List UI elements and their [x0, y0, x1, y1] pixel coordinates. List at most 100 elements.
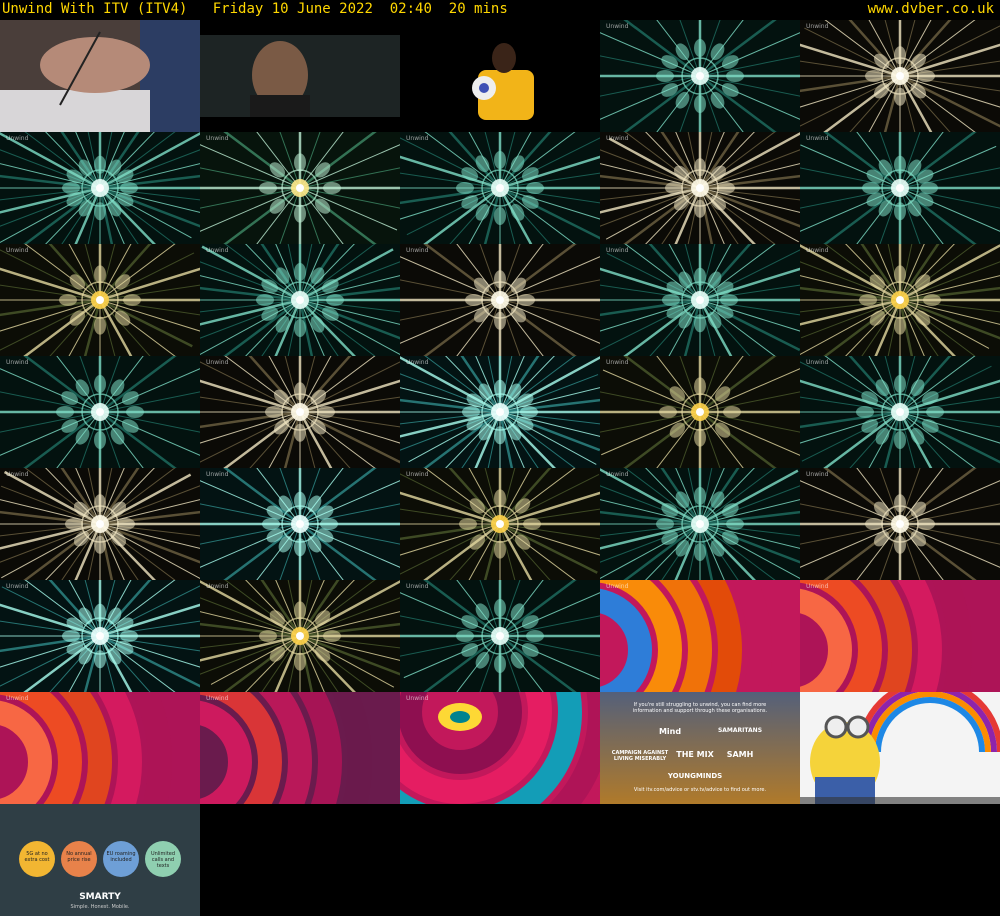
unwind-watermark: Unwind [806, 247, 829, 254]
unwind-watermark: Unwind [206, 247, 229, 254]
thumbnail-2[interactable] [200, 20, 400, 132]
thumbnail-image [0, 692, 200, 804]
thumbnail-24[interactable]: Unwind [600, 468, 800, 580]
thumbnail-3[interactable] [400, 20, 600, 132]
thumbnail-9[interactable]: Unwind [600, 132, 800, 244]
unwind-watermark: Unwind [6, 583, 29, 590]
thumbnail-image [400, 580, 600, 692]
unwind-watermark: Unwind [806, 583, 829, 590]
smarty-tagline: Simple. Honest. Mobile. [70, 904, 130, 910]
thumbnail-image [0, 468, 200, 580]
thumbnail-image [600, 356, 800, 468]
thumbnail-17[interactable]: Unwind [200, 356, 400, 468]
thumbnail-32[interactable]: Unwind [200, 692, 400, 804]
thumbnail-28[interactable]: Unwind [400, 580, 600, 692]
header-bar: Unwind With ITV (ITV4) Friday 10 June 20… [0, 0, 1000, 20]
thumbnail-29[interactable]: Unwind [600, 580, 800, 692]
thumbnail-7[interactable]: Unwind [200, 132, 400, 244]
thumbnail-image [800, 580, 1000, 692]
thumbnail-13[interactable]: Unwind [400, 244, 600, 356]
thumbnail-image [400, 468, 600, 580]
thumbnail-34[interactable]: If you're still struggling to unwind, yo… [600, 692, 800, 804]
unwind-watermark: Unwind [6, 247, 29, 254]
thumbnail-35[interactable] [800, 692, 1000, 804]
unwind-watermark: Unwind [206, 359, 229, 366]
thumbnail-15[interactable]: Unwind [800, 244, 1000, 356]
thumbnail-image [800, 20, 1000, 132]
unwind-watermark: Unwind [606, 23, 629, 30]
smarty-bubble-3: Unlimited calls and texts [150, 851, 176, 869]
thumbnail-image [0, 580, 200, 692]
thumbnail-image [600, 468, 800, 580]
thumbnail-image [200, 692, 400, 804]
thumbnail-image [200, 132, 400, 244]
thumbnail-31[interactable]: Unwind [0, 692, 200, 804]
unwind-watermark: Unwind [606, 583, 629, 590]
thumbnail-12[interactable]: Unwind [200, 244, 400, 356]
thumbnail-image [200, 20, 400, 132]
unwind-watermark: Unwind [606, 359, 629, 366]
thumbnail-image [0, 356, 200, 468]
thumbnail-image [800, 468, 1000, 580]
unwind-watermark: Unwind [806, 23, 829, 30]
thumbnail-19[interactable]: Unwind [600, 356, 800, 468]
thumbnail-10[interactable]: Unwind [800, 132, 1000, 244]
thumbnail-25[interactable]: Unwind [800, 468, 1000, 580]
thumbnail-image [400, 20, 600, 132]
thumbnail-26[interactable]: Unwind [0, 580, 200, 692]
thumbnail-image [0, 244, 200, 356]
thumbnail-20[interactable]: Unwind [800, 356, 1000, 468]
unwind-watermark: Unwind [206, 695, 229, 702]
thumbnail-21[interactable]: Unwind [0, 468, 200, 580]
unwind-watermark: Unwind [206, 471, 229, 478]
thumbnail-23[interactable]: Unwind [400, 468, 600, 580]
thumbnail-image [400, 692, 600, 804]
thumbnail-27[interactable]: Unwind [200, 580, 400, 692]
thumbnail-image [0, 132, 200, 244]
thumbnail-8[interactable]: Unwind [400, 132, 600, 244]
unwind-watermark: Unwind [6, 695, 29, 702]
unwind-watermark: Unwind [6, 471, 29, 478]
unwind-watermark: Unwind [606, 135, 629, 142]
unwind-watermark: Unwind [406, 695, 429, 702]
unwind-watermark: Unwind [406, 471, 429, 478]
thumbnail-4[interactable]: Unwind [600, 20, 800, 132]
unwind-watermark: Unwind [206, 583, 229, 590]
smarty-bubble-2: EU roaming included [106, 851, 136, 863]
charity-org-2: CAMPAIGN AGAINST LIVING MISERABLY [611, 750, 669, 762]
thumbnail-11[interactable]: Unwind [0, 244, 200, 356]
thumbnail-14[interactable]: Unwind [600, 244, 800, 356]
smarty-bubble-0: 5G at no extra cost [24, 851, 50, 863]
site-link[interactable]: www.dvber.co.uk [868, 0, 994, 19]
thumbnail-33[interactable]: Unwind [400, 692, 600, 804]
unwind-watermark: Unwind [6, 359, 29, 366]
thumbnail-22[interactable]: Unwind [200, 468, 400, 580]
thumbnail-image [800, 356, 1000, 468]
thumbnail-1[interactable] [0, 20, 200, 132]
charity-org-1: SAMARITANS [717, 727, 763, 734]
unwind-watermark: Unwind [406, 247, 429, 254]
thumbnail-image [800, 132, 1000, 244]
charity-org-0: Mind [658, 727, 682, 736]
unwind-watermark: Unwind [406, 359, 429, 366]
charity-footer: Visit itv.com/advice or stv.tv/advice to… [633, 787, 767, 793]
thumbnail-image [800, 692, 1000, 804]
thumbnail-30[interactable]: Unwind [800, 580, 1000, 692]
thumbnail-5[interactable]: Unwind [800, 20, 1000, 132]
thumbnail-image [200, 468, 400, 580]
thumbnail-image [0, 20, 200, 132]
thumbnail-image [400, 244, 600, 356]
thumbnail-36[interactable]: 5G at no extra cost No annual price rise E… [0, 804, 200, 916]
thumbnail-18[interactable]: Unwind [400, 356, 600, 468]
unwind-watermark: Unwind [606, 471, 629, 478]
charity-org-4: SAMH [726, 750, 754, 759]
thumbnail-6[interactable]: Unwind [0, 132, 200, 244]
thumbnail-image [400, 356, 600, 468]
unwind-watermark: Unwind [806, 135, 829, 142]
thumbnail-image [800, 244, 1000, 356]
unwind-watermark: Unwind [606, 247, 629, 254]
thumbnail-image [600, 132, 800, 244]
thumbnail-image [600, 580, 800, 692]
thumbnail-16[interactable]: Unwind [0, 356, 200, 468]
unwind-watermark: Unwind [806, 471, 829, 478]
